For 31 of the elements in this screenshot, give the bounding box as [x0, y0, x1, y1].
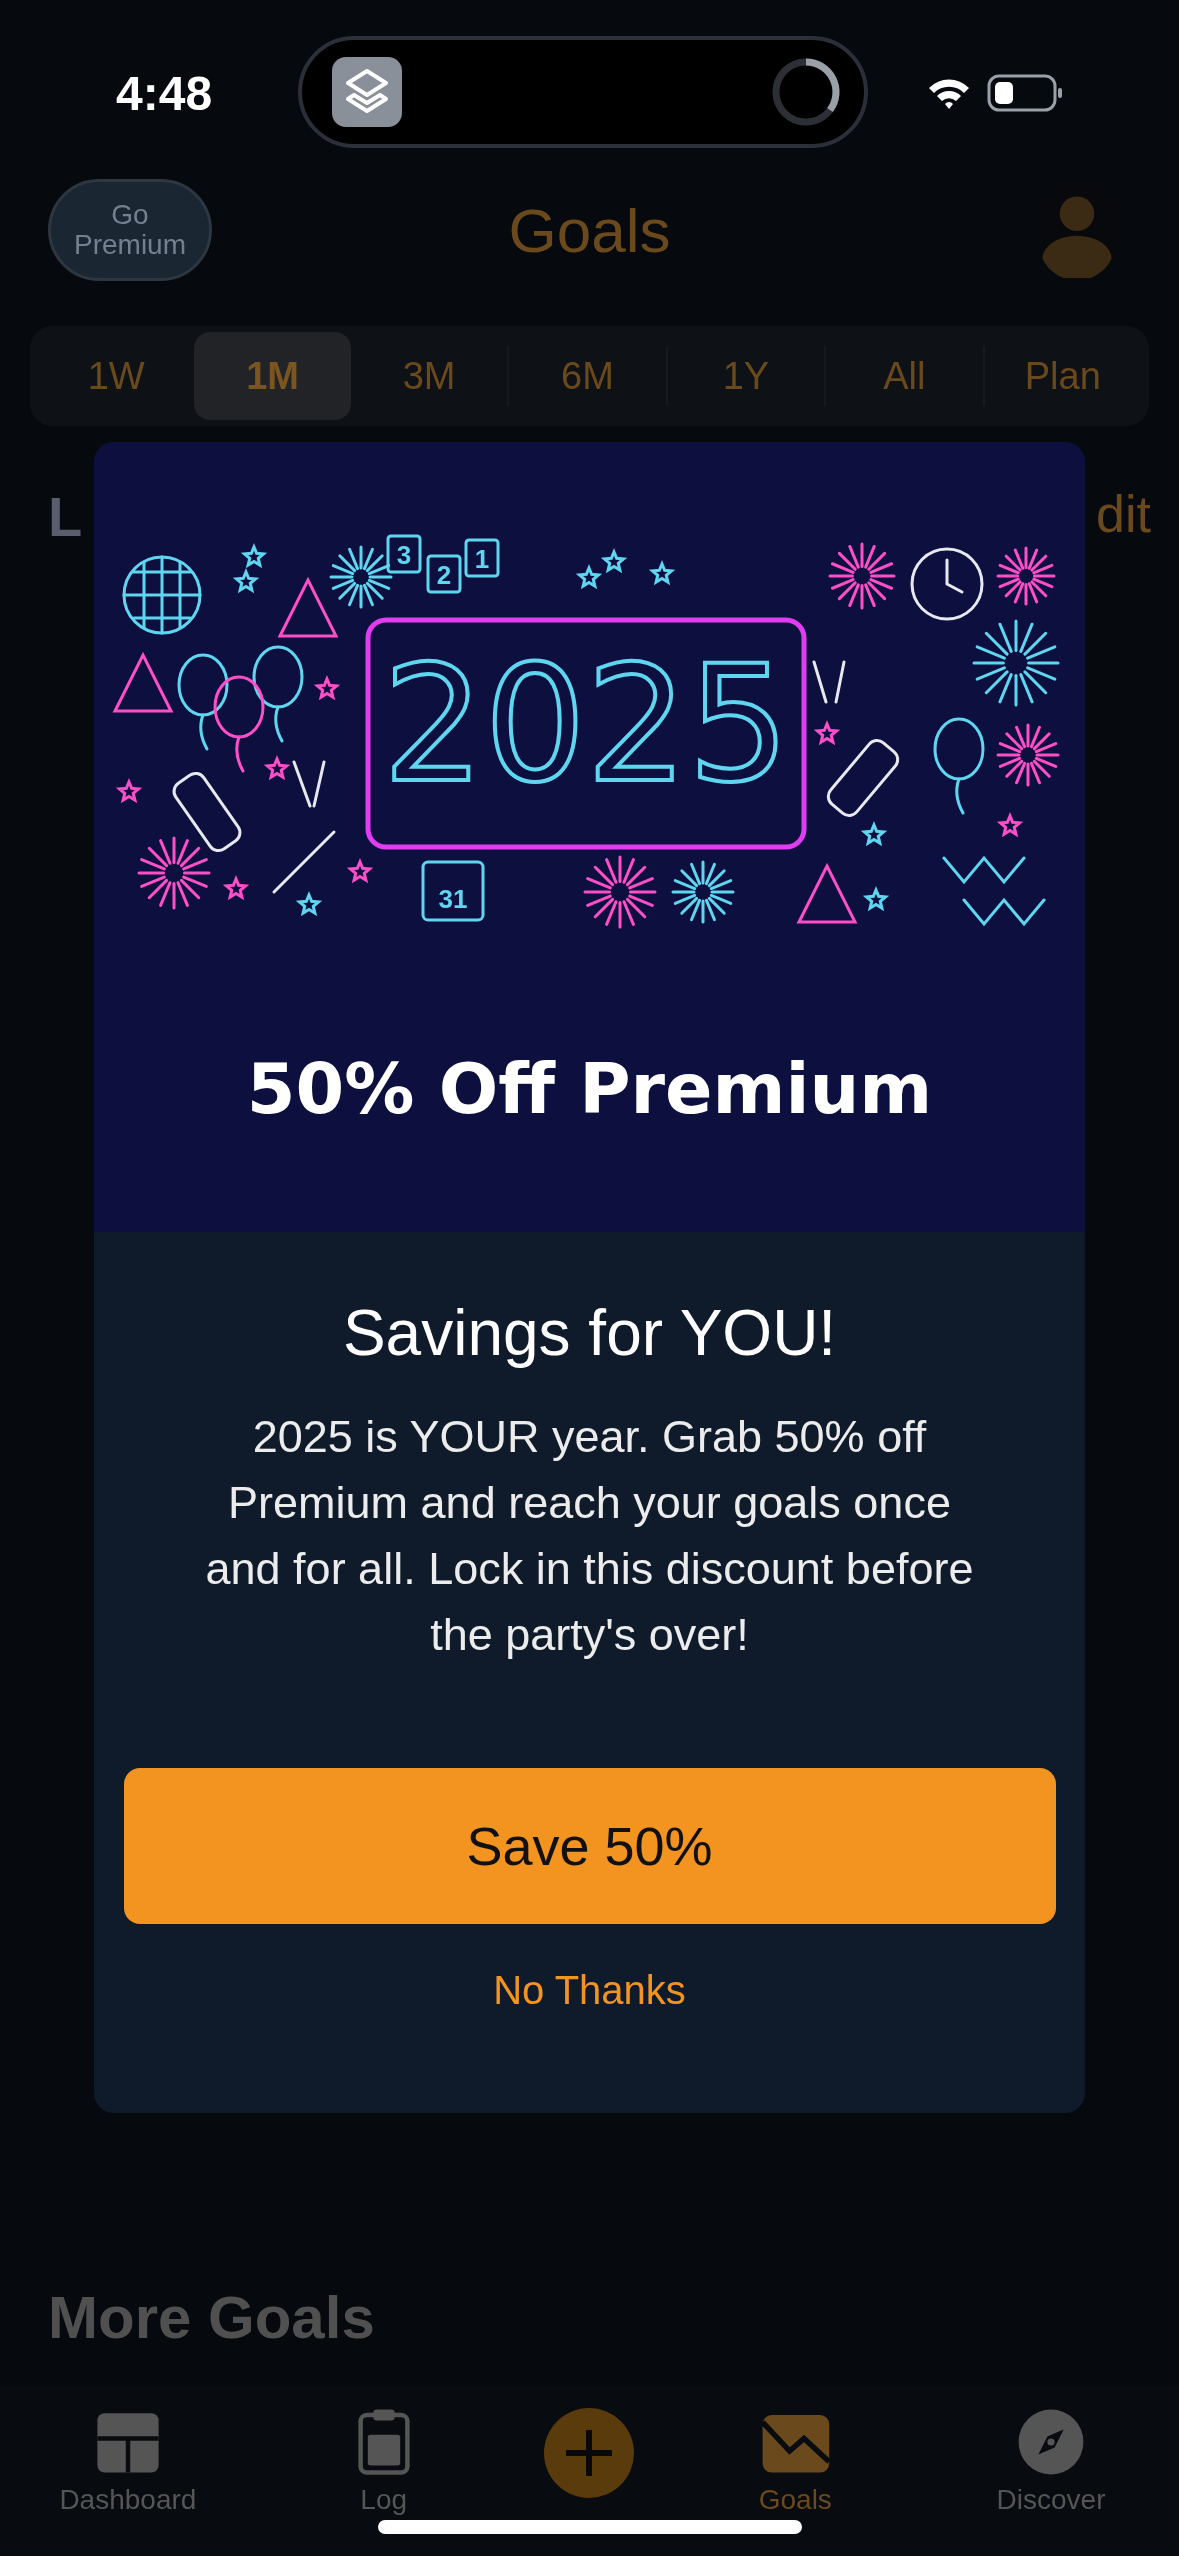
- page-title: Goals: [508, 194, 671, 266]
- dialog-heading: Savings for YOU!: [342, 1296, 837, 1370]
- tab-bar-item[interactable]: Dashboard: [32, 2406, 223, 2516]
- range-tab[interactable]: Plan: [984, 332, 1141, 420]
- tab-bar-item[interactable]: Log: [288, 2406, 479, 2516]
- range-tab[interactable]: 6M: [509, 332, 666, 420]
- edit-link[interactable]: dit: [1096, 484, 1151, 549]
- year-text: 2025: [382, 631, 790, 818]
- countdown-number: 3: [396, 540, 412, 570]
- tab-bar-item[interactable]: Discover: [956, 2406, 1147, 2516]
- status-time: 4:48: [116, 66, 213, 121]
- countdown-number: 1: [474, 544, 490, 574]
- progress-ring-icon: [770, 56, 842, 128]
- calendar-day: 31: [438, 884, 468, 914]
- tab-bar-item[interactable]: Goals: [700, 2406, 891, 2516]
- section-heading: L: [48, 484, 83, 549]
- banner-title: 50% Off Premium: [246, 1048, 933, 1130]
- countdown-number: 2: [436, 560, 452, 590]
- range-tab[interactable]: 1M: [194, 332, 351, 420]
- go-premium-button[interactable]: Go Premium: [48, 179, 212, 281]
- save-button[interactable]: Save 50%: [123, 1768, 1056, 1924]
- range-tab[interactable]: 1W: [38, 332, 195, 420]
- add-button[interactable]: [544, 2408, 635, 2498]
- layers-app-icon: [332, 57, 402, 127]
- range-tab[interactable]: All: [826, 332, 983, 420]
- section-heading: More Goals: [47, 2283, 376, 2353]
- dialog-message: 2025 is YOUR year. Grab 50% off Premium and reach your goals once and for all. Lock in this discount before the party's over!: [204, 1410, 975, 1662]
- battery-icon: [987, 74, 1063, 112]
- range-tab[interactable]: 3M: [350, 332, 508, 420]
- range-tab[interactable]: 1Y: [667, 332, 825, 420]
- no-thanks-button[interactable]: No Thanks: [473, 1958, 706, 2023]
